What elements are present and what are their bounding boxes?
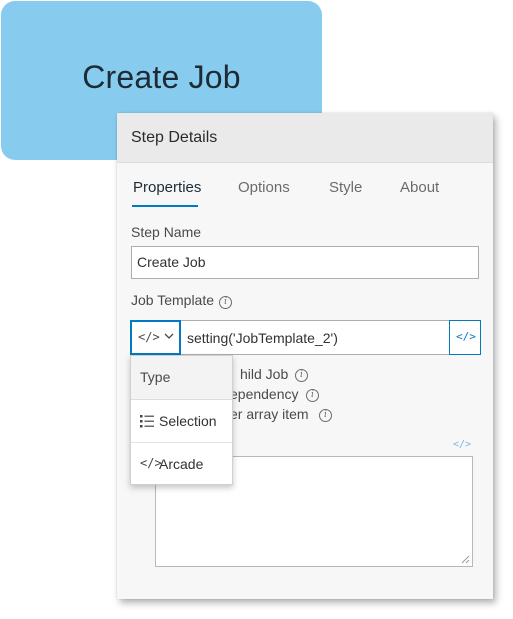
info-icon[interactable]: i bbox=[319, 409, 332, 422]
dropdown-header: Type bbox=[131, 356, 232, 400]
tab-style[interactable]: Style bbox=[329, 179, 362, 196]
panel-header: Step Details bbox=[117, 113, 493, 163]
chevron-down-icon bbox=[164, 333, 174, 339]
dropdown-item-arcade[interactable]: </> Arcade bbox=[131, 443, 232, 485]
checkbox-label: er array item bbox=[230, 406, 309, 422]
expression-type-dropdown: Type Selection </> Arcade bbox=[130, 355, 233, 485]
expression-type-button[interactable]: </> bbox=[130, 320, 181, 355]
code-brackets-icon: </> bbox=[138, 330, 160, 344]
job-template-label-row: Job Template i bbox=[131, 292, 233, 309]
info-icon[interactable]: i bbox=[219, 296, 233, 309]
job-template-label: Job Template bbox=[131, 292, 215, 308]
dropdown-item-selection[interactable]: Selection bbox=[131, 400, 232, 443]
tab-about[interactable]: About bbox=[400, 179, 439, 196]
step-name-input[interactable]: Create Job bbox=[131, 246, 479, 279]
resize-grip-icon[interactable] bbox=[461, 555, 470, 564]
tab-properties[interactable]: Properties bbox=[133, 179, 201, 196]
checkbox-label: hild Job bbox=[240, 366, 289, 382]
dropdown-item-label: Arcade bbox=[159, 456, 204, 472]
expression-toggle-button[interactable]: </> bbox=[449, 320, 481, 355]
list-icon bbox=[140, 415, 154, 428]
step-node-title: Create Job bbox=[82, 59, 241, 95]
tab-options[interactable]: Options bbox=[238, 179, 290, 196]
job-template-expression-input: </> setting('JobTemplate_2') </> bbox=[130, 320, 481, 355]
panel-title: Step Details bbox=[131, 129, 218, 146]
step-name-label: Step Name bbox=[131, 224, 202, 240]
info-icon[interactable]: i bbox=[306, 389, 319, 402]
checkbox-label: ependency bbox=[230, 386, 299, 402]
code-brackets-icon: </> bbox=[456, 330, 476, 343]
code-brackets-icon[interactable]: </> bbox=[453, 439, 471, 450]
dropdown-item-label: Selection bbox=[159, 413, 217, 429]
panel-tabs: Properties Options Style About bbox=[117, 163, 493, 209]
expression-value[interactable]: setting('JobTemplate_2') bbox=[187, 330, 338, 346]
active-tab-indicator bbox=[132, 205, 198, 207]
info-icon[interactable]: i bbox=[295, 369, 308, 382]
